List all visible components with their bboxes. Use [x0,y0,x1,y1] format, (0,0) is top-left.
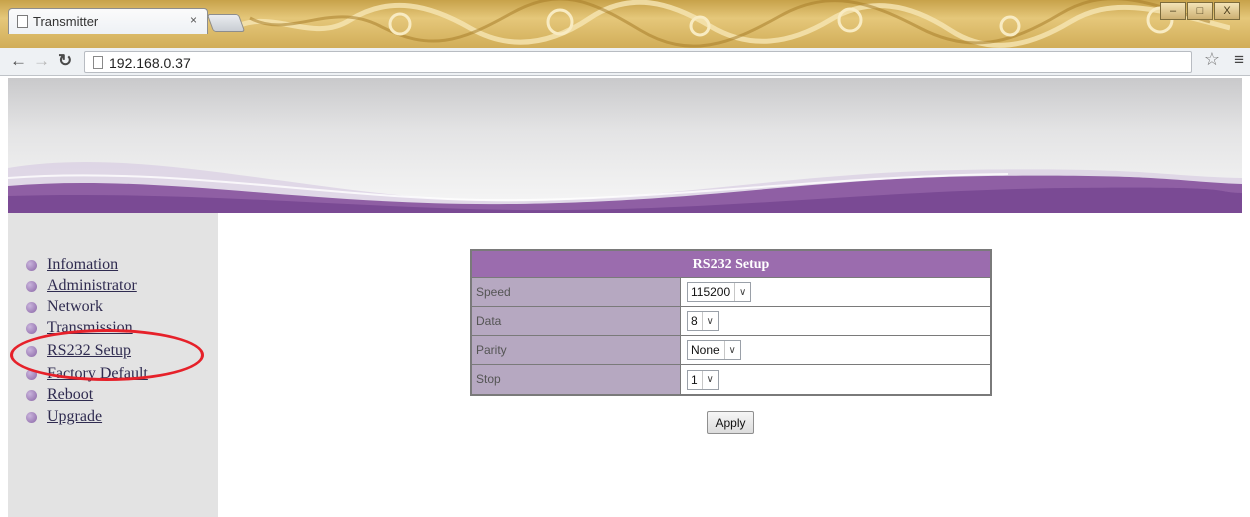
tab-title: Transmitter [33,14,99,29]
bullet-icon [26,280,37,292]
minimize-button[interactable]: – [1160,2,1186,20]
data-label: Data [472,307,681,335]
stop-cell: 1 ∨ [681,365,990,394]
speed-select[interactable]: 115200 ∨ [687,282,752,302]
url-text[interactable]: 192.168.0.37 [109,55,191,71]
data-value: 8 [691,314,698,328]
sidebar-item-network: Network [26,297,103,317]
data-select[interactable]: 8 ∨ [687,311,719,331]
titlebar-decoration [230,0,1230,48]
browser-toolbar: ← → ↻ 192.168.0.37 ☆ ≡ [0,48,1250,76]
sidebar-item-label[interactable]: Reboot [47,386,93,404]
bullet-icon [26,389,37,401]
browser-tab[interactable]: Transmitter × [8,8,208,34]
apply-button[interactable]: Apply [707,411,754,434]
parity-select[interactable]: None ∨ [687,340,741,360]
chevron-down-icon: ∨ [701,312,718,330]
address-bar[interactable]: 192.168.0.37 [84,51,1192,73]
bullet-icon [26,411,37,423]
bullet-icon [26,322,37,334]
speed-label: Speed [472,278,681,306]
maximize-button[interactable]: □ [1187,2,1213,20]
forward-arrow-icon[interactable]: → [33,51,50,71]
table-title: RS232 Setup [472,251,990,278]
sidebar-item-label: Network [47,298,103,315]
table-row: Parity None ∨ [472,336,990,365]
page-icon [17,15,28,28]
chevron-down-icon: ∨ [734,283,750,301]
data-cell: 8 ∨ [681,307,990,335]
sidebar-item-reboot[interactable]: Reboot [26,385,93,405]
chevron-down-icon: ∨ [701,370,718,389]
new-tab-button[interactable] [206,14,246,32]
bullet-icon [26,259,37,271]
table-row: Data 8 ∨ [472,307,990,336]
sidebar-item-information[interactable]: Infomation [26,255,118,275]
browser-titlebar: Transmitter × – □ X [0,0,1250,48]
back-arrow-icon[interactable]: ← [10,51,27,71]
rs232-setup-table: RS232 Setup Speed 115200 ∨ Data 8 ∨ Pari… [470,249,992,396]
close-icon[interactable]: × [190,13,197,27]
page-banner [8,78,1242,213]
stop-label: Stop [472,365,681,394]
highlight-ellipse [10,329,204,381]
stop-select[interactable]: 1 ∨ [687,369,719,390]
parity-value: None [691,343,720,357]
sidebar-item-label[interactable]: Upgrade [47,408,102,426]
speed-value: 115200 [691,285,731,299]
close-window-button[interactable]: X [1214,2,1240,20]
table-row: Stop 1 ∨ [472,365,990,394]
sidebar-item-upgrade[interactable]: Upgrade [26,407,102,427]
bullet-icon [26,301,37,313]
menu-icon[interactable]: ≡ [1234,50,1244,70]
banner-wave [8,161,1242,213]
parity-label: Parity [472,336,681,364]
bookmark-star-icon[interactable]: ☆ [1204,49,1220,70]
window-controls: – □ X [1159,2,1240,20]
speed-cell: 115200 ∨ [681,278,990,306]
reload-icon[interactable]: ↻ [58,51,72,71]
parity-cell: None ∨ [681,336,990,364]
stop-value: 1 [691,372,698,387]
table-row: Speed 115200 ∨ [472,278,990,307]
chevron-down-icon: ∨ [723,341,740,359]
page-icon [93,56,103,69]
sidebar-item-administrator[interactable]: Administrator [26,276,137,296]
sidebar-item-label[interactable]: Administrator [47,277,137,295]
sidebar-item-label[interactable]: Infomation [47,256,118,274]
